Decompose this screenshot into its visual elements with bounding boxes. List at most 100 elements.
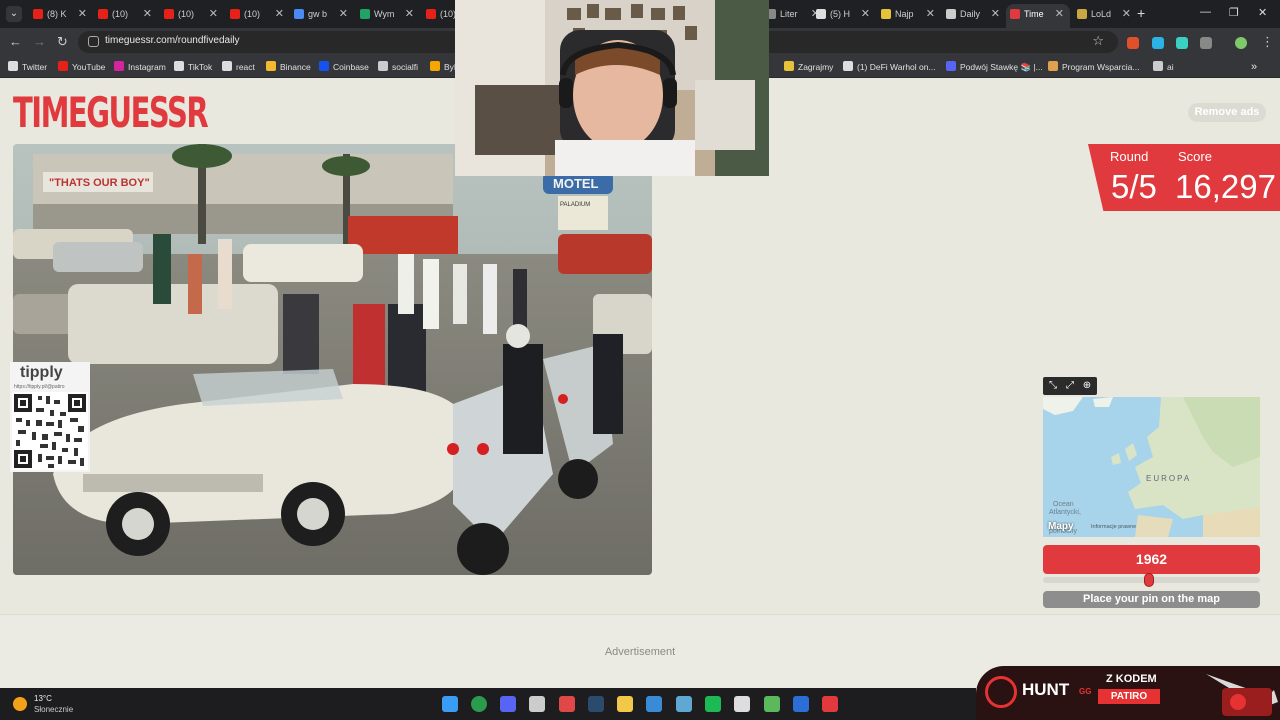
- tab-favicon-icon: [946, 9, 956, 19]
- back-icon[interactable]: ←: [9, 34, 22, 49]
- bookmark-item[interactable]: socialfi: [378, 60, 418, 74]
- chrome-icon[interactable]: [471, 696, 487, 712]
- site-info-icon[interactable]: [88, 36, 99, 47]
- extension-translate-icon[interactable]: [1176, 37, 1188, 49]
- tab-title: (5) H: [830, 9, 850, 19]
- map-pin-icon[interactable]: ⊕: [1080, 379, 1094, 393]
- tab-search-icon[interactable]: ⌄: [6, 6, 22, 22]
- reload-icon[interactable]: ↻: [57, 34, 68, 50]
- folder-icon[interactable]: [617, 696, 633, 712]
- extensions-puzzle-icon[interactable]: [1200, 37, 1212, 49]
- tab-title: (10): [178, 9, 195, 19]
- minimize-icon[interactable]: —: [1200, 6, 1211, 18]
- tab-close-icon[interactable]: ✕: [926, 4, 935, 24]
- bookmark-item[interactable]: Coinbase: [319, 60, 369, 74]
- year-guess-display: 1962: [1043, 545, 1260, 574]
- browser-tab[interactable]: (10) ✕: [160, 4, 224, 24]
- gamepad-icon[interactable]: [734, 696, 750, 712]
- windows-start-icon[interactable]: [442, 696, 458, 712]
- bookmark-item[interactable]: Binance: [266, 60, 311, 74]
- promo-code: PATIRO: [1098, 689, 1160, 704]
- photos-icon[interactable]: [764, 696, 780, 712]
- bookmark-item[interactable]: Instagram: [114, 60, 166, 74]
- year-slider-handle[interactable]: [1144, 573, 1155, 587]
- browser-tab[interactable]: LoLd ✕: [1073, 4, 1137, 24]
- tab-close-icon[interactable]: ✕: [1122, 4, 1131, 24]
- maximize-icon[interactable]: ❐: [1229, 6, 1239, 19]
- browser-tab[interactable]: Daily ✕: [942, 4, 1006, 24]
- map-label-ocean: Ocean: [1053, 501, 1074, 508]
- xsplit-icon[interactable]: [793, 696, 809, 712]
- tipply-url: https://tipply.pl/@patiro: [14, 384, 65, 390]
- browser-tab[interactable]: (5) H ✕: [812, 4, 876, 24]
- bookmark-item[interactable]: Twitter: [8, 60, 47, 74]
- new-tab-button[interactable]: +: [1137, 5, 1145, 21]
- bookmark-item[interactable]: ai: [1153, 60, 1174, 74]
- tab-close-icon[interactable]: ✕: [143, 4, 152, 24]
- year-slider[interactable]: [1043, 573, 1260, 587]
- map-land: [1043, 397, 1260, 537]
- map-legal-link[interactable]: Informacje prawne: [1091, 524, 1136, 530]
- network-icon[interactable]: [676, 696, 692, 712]
- bookmark-label: ai: [1167, 62, 1174, 72]
- extension-fox-icon[interactable]: [1127, 37, 1139, 49]
- editor-icon[interactable]: [529, 696, 545, 712]
- browser-tab[interactable]: Najp ✕: [877, 4, 941, 24]
- tab-close-icon[interactable]: ✕: [1055, 4, 1064, 24]
- browser-tab[interactable]: (10) ✕: [94, 4, 158, 24]
- close-window-icon[interactable]: ✕: [1258, 6, 1267, 19]
- folder-icon: [1153, 61, 1163, 71]
- steam-icon[interactable]: [588, 696, 604, 712]
- ccleaner-icon[interactable]: [646, 696, 662, 712]
- tab-title: Time: [1024, 9, 1044, 19]
- spotify-icon[interactable]: [705, 696, 721, 712]
- bookmark-label: YouTube: [72, 62, 106, 72]
- map-brand: Mapy: [1048, 521, 1074, 532]
- tab-title: (10): [112, 9, 129, 19]
- remove-ads-button[interactable]: Remove ads: [1188, 103, 1266, 122]
- promo-headline: Z KODEM: [1106, 673, 1157, 685]
- tab-favicon-icon: [1077, 9, 1087, 19]
- forward-icon[interactable]: →: [33, 34, 46, 49]
- tab-close-icon[interactable]: ✕: [991, 4, 1000, 24]
- sign-motel: MOTEL: [553, 176, 599, 191]
- guess-map[interactable]: EUROPA Ocean Atlantycki, północny Mapy I…: [1043, 397, 1260, 537]
- browser-menu-icon[interactable]: ⋮: [1261, 34, 1274, 50]
- bookmark-label: Coinbase: [333, 62, 369, 72]
- bolt-icon[interactable]: [822, 696, 838, 712]
- bookmark-item[interactable]: YouTube: [58, 60, 105, 74]
- more-bookmarks-icon[interactable]: »: [1251, 60, 1257, 74]
- recorder-icon[interactable]: [559, 696, 575, 712]
- tab-close-icon[interactable]: ✕: [78, 4, 87, 24]
- browser-tab[interactable]: Wym ✕: [356, 4, 420, 24]
- browser-tab[interactable]: (10) ✕: [226, 4, 290, 24]
- tab-close-icon[interactable]: ✕: [275, 4, 284, 24]
- tab-close-icon[interactable]: ✕: [339, 4, 348, 24]
- weather-sun-icon[interactable]: [13, 697, 27, 711]
- tab-close-icon[interactable]: ✕: [209, 4, 218, 24]
- map-shrink-icon[interactable]: ⤢: [1063, 379, 1077, 393]
- bookmark-item[interactable]: (1) DeFi Warhol on...: [843, 60, 936, 74]
- bookmark-item[interactable]: Zagrajmy: [784, 60, 833, 74]
- instagram-icon: [114, 61, 124, 71]
- bookmark-item[interactable]: Program Wsparcia...: [1048, 60, 1139, 74]
- browser-tab[interactable]: gw b ✕: [290, 4, 354, 24]
- advertisement-label: Advertisement: [604, 646, 676, 658]
- bookmark-star-icon[interactable]: ☆: [1092, 33, 1104, 49]
- profile-avatar[interactable]: [1235, 37, 1247, 49]
- discord-icon[interactable]: [500, 696, 516, 712]
- place-pin-button[interactable]: Place your pin on the map: [1043, 591, 1260, 608]
- timeguessr-logo[interactable]: TIMEGUESSR: [13, 88, 209, 137]
- bookmark-label: Instagram: [128, 62, 166, 72]
- map-expand-icon[interactable]: ⤡: [1046, 379, 1060, 393]
- extension-shield-icon[interactable]: [1152, 37, 1164, 49]
- map-label-europa: EUROPA: [1146, 474, 1192, 483]
- bookmark-item[interactable]: TikTok: [174, 60, 212, 74]
- tab-close-icon[interactable]: ✕: [405, 4, 414, 24]
- browser-tab[interactable]: Time ✕: [1006, 4, 1070, 28]
- browser-tab[interactable]: (8) K ✕: [29, 4, 93, 24]
- round-value: 5/5: [1111, 168, 1157, 205]
- bookmark-item[interactable]: react: [222, 60, 255, 74]
- bookmark-item[interactable]: Podwój Stawkę 📚 |...: [946, 60, 1043, 74]
- tab-close-icon[interactable]: ✕: [861, 4, 870, 24]
